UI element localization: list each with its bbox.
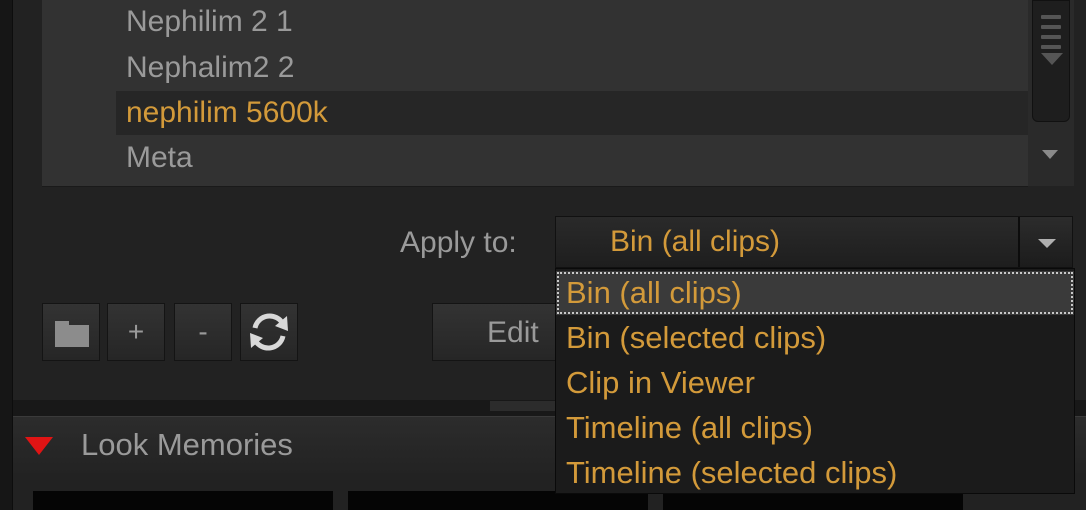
edit-button-label: Edit	[487, 316, 539, 349]
scrollbar-thumb[interactable]	[1032, 0, 1070, 122]
scroll-down-arrow-icon[interactable]	[1042, 150, 1058, 159]
resize-handle[interactable]	[490, 401, 560, 411]
apply-option-bin-selected[interactable]: Bin (selected clips)	[556, 316, 1074, 360]
apply-to-dropdown-menu: Bin (all clips) Bin (selected clips) Cli…	[555, 268, 1075, 494]
apply-to-dropdown-button[interactable]	[1018, 217, 1072, 267]
refresh-button[interactable]	[240, 303, 298, 361]
preset-list-scrollbar[interactable]	[1028, 0, 1074, 186]
window-left-edge	[0, 0, 13, 510]
preset-item[interactable]: Nephilim 2 1	[126, 0, 293, 44]
apply-option-timeline-all[interactable]: Timeline (all clips)	[556, 406, 1074, 450]
grip-line	[1041, 35, 1061, 39]
refresh-icon	[250, 313, 288, 351]
grip-line	[1041, 15, 1061, 19]
apply-option-bin-all[interactable]: Bin (all clips)	[556, 271, 1074, 315]
grip-line	[1041, 25, 1061, 29]
look-memory-slot[interactable]	[33, 491, 333, 510]
preset-item[interactable]: Nephalim2 2	[126, 46, 294, 90]
add-preset-button[interactable]: +	[107, 303, 165, 361]
preset-list: Nephilim 2 1 Nephalim2 2 nephilim 5600k …	[42, 0, 1036, 187]
preset-item[interactable]: Meta	[126, 136, 193, 180]
apply-option-timeline-selected[interactable]: Timeline (selected clips)	[556, 451, 1074, 495]
apply-to-label: Apply to:	[400, 226, 517, 259]
apply-option-clip-in-viewer[interactable]: Clip in Viewer	[556, 361, 1074, 405]
folder-button[interactable]	[42, 303, 100, 361]
grip-arrow-icon	[1041, 53, 1063, 65]
preset-item-selected[interactable]: nephilim 5600k	[116, 91, 1036, 135]
collapse-triangle-icon[interactable]	[25, 437, 53, 455]
grip-line	[1041, 45, 1061, 49]
edit-button[interactable]: Edit	[432, 303, 556, 361]
look-memories-title: Look Memories	[81, 427, 293, 462]
apply-to-selected-value: Bin (all clips)	[610, 225, 781, 258]
remove-preset-button[interactable]: -	[174, 303, 232, 361]
apply-to-select[interactable]: Bin (all clips)	[555, 216, 1073, 268]
chevron-down-icon	[1038, 239, 1056, 248]
